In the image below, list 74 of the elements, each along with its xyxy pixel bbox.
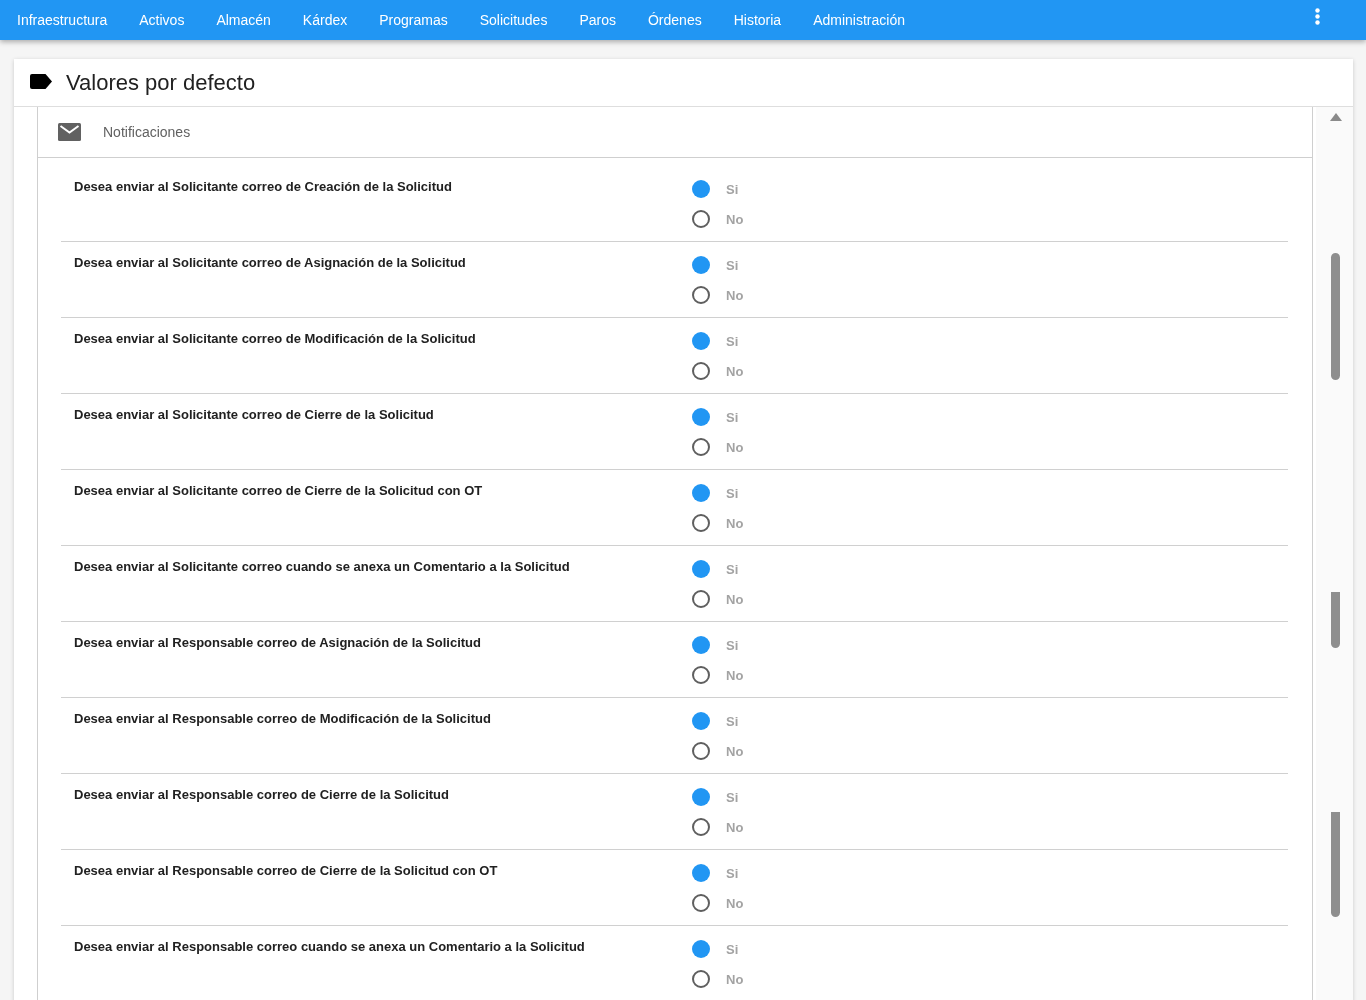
radio-label[interactable]: No bbox=[726, 895, 744, 911]
nav-link[interactable]: Programas bbox=[363, 0, 464, 40]
radio-button[interactable] bbox=[692, 940, 710, 958]
radio-label[interactable]: No bbox=[726, 591, 744, 607]
question-text: Desea enviar al Solicitante correo de Cierre de la Solicitud bbox=[73, 406, 434, 424]
scroll-up-arrow-icon[interactable] bbox=[1329, 113, 1342, 121]
nav-link[interactable]: Activos bbox=[123, 0, 201, 40]
question-text: Desea enviar al Responsable correo de Cierre de la Solicitud con OT bbox=[73, 862, 498, 880]
section-title: Notificaciones bbox=[103, 124, 191, 140]
radio-button[interactable] bbox=[692, 286, 710, 304]
scrollbar-thumb[interactable] bbox=[1331, 253, 1340, 380]
radio-button[interactable] bbox=[692, 560, 710, 578]
question-text: Desea enviar al Solicitante correo de Modificación de la Solicitud bbox=[73, 330, 476, 348]
radio-label[interactable]: No bbox=[726, 819, 744, 835]
radio-label[interactable]: No bbox=[726, 363, 744, 379]
radio-label[interactable]: No bbox=[726, 515, 744, 531]
radio-label[interactable]: Si bbox=[726, 865, 739, 881]
radio-label[interactable]: Si bbox=[726, 789, 739, 805]
question-text: Desea enviar al Solicitante correo de Asignación de la Solicitud bbox=[73, 254, 466, 272]
radio-button[interactable] bbox=[692, 438, 710, 456]
question-text: Desea enviar al Solicitante correo cuando se anexa un Comentario a la Solicitud bbox=[73, 558, 570, 576]
radio-label[interactable]: No bbox=[726, 439, 744, 455]
nav-link[interactable]: Administración bbox=[797, 0, 921, 40]
more-menu-icon[interactable] bbox=[1315, 8, 1320, 25]
tag-icon bbox=[30, 74, 52, 89]
nav-link[interactable]: Historia bbox=[717, 0, 798, 40]
radio-label[interactable]: Si bbox=[726, 713, 739, 729]
radio-button[interactable] bbox=[692, 514, 710, 532]
nav-link[interactable]: Órdenes bbox=[631, 0, 718, 40]
nav-link[interactable]: Kárdex bbox=[286, 0, 364, 40]
radio-label[interactable]: Si bbox=[726, 485, 739, 501]
question-text: Desea enviar al Responsable correo de Asignación de la Solicitud bbox=[73, 634, 481, 652]
question-text: Desea enviar al Responsable correo de Cierre de la Solicitud bbox=[73, 786, 449, 804]
radio-label[interactable]: Si bbox=[726, 181, 739, 197]
radio-button[interactable] bbox=[692, 894, 710, 912]
nav-link[interactable]: Solicitudes bbox=[463, 0, 564, 40]
radio-button[interactable] bbox=[692, 712, 710, 730]
radio-button[interactable] bbox=[692, 484, 710, 502]
radio-button[interactable] bbox=[692, 636, 710, 654]
question-text: Desea enviar al Responsable correo cuando se anexa un Comentario a la Solicitud bbox=[73, 938, 585, 956]
radio-button[interactable] bbox=[692, 332, 710, 350]
radio-button[interactable] bbox=[692, 788, 710, 806]
question-text: Desea enviar al Responsable correo de Modificación de la Solicitud bbox=[73, 710, 491, 728]
radio-button[interactable] bbox=[692, 666, 710, 684]
radio-label[interactable]: No bbox=[726, 211, 744, 227]
nav-link[interactable]: Infraestructura bbox=[1, 0, 124, 40]
card-title: Valores por defecto bbox=[66, 69, 256, 96]
radio-label[interactable]: Si bbox=[726, 333, 739, 349]
radio-label[interactable]: Si bbox=[726, 941, 739, 957]
radio-button[interactable] bbox=[692, 590, 710, 608]
radio-button[interactable] bbox=[692, 742, 710, 760]
nav-link[interactable]: Paros bbox=[563, 0, 632, 40]
radio-button[interactable] bbox=[692, 970, 710, 988]
radio-label[interactable]: Si bbox=[726, 257, 739, 273]
radio-button[interactable] bbox=[692, 210, 710, 228]
radio-button[interactable] bbox=[692, 256, 710, 274]
scrollbar-thumb[interactable] bbox=[1331, 812, 1340, 917]
question-text: Desea enviar al Solicitante correo de Creación de la Solicitud bbox=[73, 178, 452, 196]
radio-label[interactable]: No bbox=[726, 667, 744, 683]
nav-link[interactable]: Almacén bbox=[200, 0, 287, 40]
radio-button[interactable] bbox=[692, 818, 710, 836]
radio-button[interactable] bbox=[692, 180, 710, 198]
radio-label[interactable]: No bbox=[726, 287, 744, 303]
radio-button[interactable] bbox=[692, 864, 710, 882]
question-text: Desea enviar al Solicitante correo de Cierre de la Solicitud con OT bbox=[73, 482, 483, 500]
envelope-icon bbox=[58, 123, 81, 141]
radio-label[interactable]: Si bbox=[726, 637, 739, 653]
radio-label[interactable]: No bbox=[726, 971, 744, 987]
radio-label[interactable]: No bbox=[726, 743, 744, 759]
radio-label[interactable]: Si bbox=[726, 409, 739, 425]
radio-label[interactable]: Si bbox=[726, 561, 739, 577]
radio-button[interactable] bbox=[692, 362, 710, 380]
radio-button[interactable] bbox=[692, 408, 710, 426]
scrollbar-thumb[interactable] bbox=[1331, 592, 1340, 648]
